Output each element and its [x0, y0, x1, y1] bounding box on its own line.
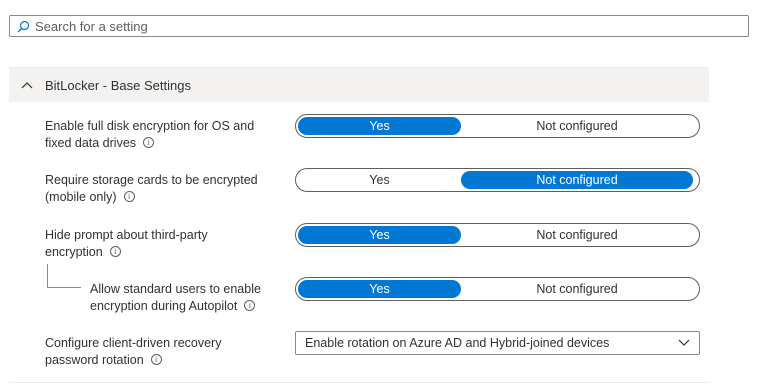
setting-label-third-party-prompt: Hide prompt about third-party encryption… — [45, 227, 208, 261]
dropdown-recovery-rotation[interactable]: Enable rotation on Azure AD and Hybrid-j… — [295, 331, 700, 355]
section-title: BitLocker - Base Settings — [45, 77, 191, 93]
toggle-option-not-configured[interactable]: Not configured — [461, 171, 693, 189]
setting-label-line2: fixed data drives — [45, 136, 137, 150]
toggle-full-disk-encryption[interactable]: Yes Not configured — [295, 114, 700, 138]
setting-label-line2: password rotation — [45, 353, 144, 367]
setting-label-line1: Enable full disk encryption for OS and — [45, 119, 255, 133]
search-input[interactable] — [35, 18, 748, 34]
toggle-option-yes[interactable]: Yes — [298, 280, 461, 298]
toggle-option-yes[interactable]: Yes — [298, 226, 461, 244]
setting-label-line1: Configure client-driven recovery — [45, 336, 222, 350]
setting-label-line2: (mobile only) — [45, 190, 117, 204]
setting-label-autopilot: Allow standard users to enable encryptio… — [90, 281, 261, 315]
toggle-option-yes[interactable]: Yes — [298, 117, 461, 135]
setting-label-storage-cards: Require storage cards to be encrypted (m… — [45, 172, 258, 206]
child-setting-connector — [47, 264, 81, 288]
setting-label-recovery-rotation: Configure client-driven recovery passwor… — [45, 335, 221, 369]
setting-label-line2: encryption — [45, 245, 103, 259]
section-header-bitlocker[interactable]: BitLocker - Base Settings — [9, 67, 709, 102]
toggle-storage-cards[interactable]: Yes Not configured — [295, 168, 700, 192]
setting-label-full-disk-encryption: Enable full disk encryption for OS and f… — [45, 118, 254, 152]
toggle-option-not-configured[interactable]: Not configured — [461, 117, 693, 135]
dropdown-value: Enable rotation on Azure AD and Hybrid-j… — [305, 336, 610, 350]
chevron-down-icon[interactable] — [677, 336, 691, 350]
info-icon[interactable]: i — [150, 354, 162, 366]
setting-label-line1: Allow standard users to enable — [90, 282, 261, 296]
setting-label-line1: Require storage cards to be encrypted — [45, 173, 258, 187]
chevron-up-icon[interactable] — [20, 78, 34, 92]
toggle-autopilot[interactable]: Yes Not configured — [295, 277, 700, 301]
toggle-option-not-configured[interactable]: Not configured — [461, 280, 693, 298]
toggle-third-party-prompt[interactable]: Yes Not configured — [295, 223, 700, 247]
info-icon[interactable]: i — [109, 246, 121, 258]
section-divider — [9, 382, 709, 383]
search-box[interactable] — [9, 15, 749, 37]
setting-label-line2: encryption during Autopilot — [90, 299, 238, 313]
info-icon[interactable]: i — [244, 300, 256, 312]
toggle-option-yes[interactable]: Yes — [298, 171, 461, 189]
info-icon[interactable]: i — [123, 191, 135, 203]
toggle-option-not-configured[interactable]: Not configured — [461, 226, 693, 244]
search-icon — [15, 18, 31, 34]
info-icon[interactable]: i — [143, 137, 155, 149]
setting-label-line1: Hide prompt about third-party — [45, 228, 208, 242]
